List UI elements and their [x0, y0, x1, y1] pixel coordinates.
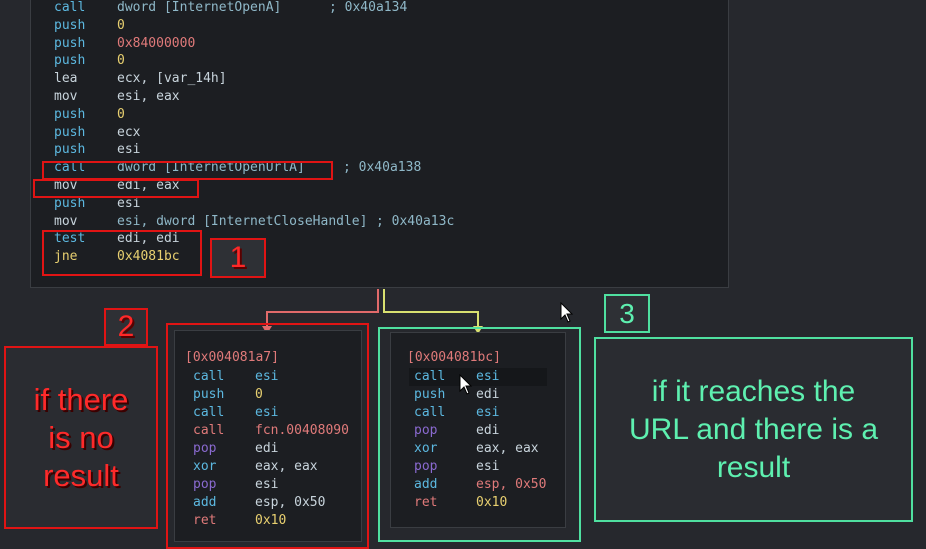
instruction-operand: 0: [117, 17, 125, 33]
instruction-mnemonic: push: [54, 53, 86, 69]
instruction-comment: ; 0x40a134: [329, 0, 408, 15]
note-no-result-line-2: is no: [48, 419, 114, 455]
note-result: if it reaches the URL and there is a res…: [594, 337, 913, 522]
annotation-badge-3: 3: [604, 294, 650, 333]
note-no-result: if there is no result: [4, 346, 158, 529]
annotation-badge-3-label: 3: [619, 298, 635, 329]
instruction-operand: ecx: [117, 124, 141, 140]
instruction-operand: 0: [117, 106, 125, 122]
instruction-mnemonic: push: [54, 35, 86, 51]
highlight-mov-edi-eax: [33, 179, 199, 198]
instruction-mnemonic: push: [54, 124, 86, 140]
instruction-mnemonic: lea: [54, 71, 78, 87]
note-result-line-3: result: [716, 450, 791, 484]
instruction-operand: esi: [117, 142, 141, 158]
mouse-cursor-icon: [459, 374, 473, 395]
mouse-cursor-icon: [560, 302, 574, 323]
highlight-failure-block: [166, 323, 369, 549]
instruction-operand: esi, dword [InternetCloseHandle]: [117, 213, 368, 229]
instruction-comment: ; 0x40a138: [343, 160, 422, 176]
instruction-mnemonic: push: [54, 17, 86, 33]
instruction-operand: dword [InternetOpenA]: [117, 0, 282, 15]
highlight-success-block: [378, 327, 581, 542]
highlight-call-internetopenurla: [42, 161, 333, 180]
instruction-operand: esi, eax: [117, 89, 180, 104]
highlight-test-jne: [42, 230, 202, 276]
instruction-mnemonic: mov: [54, 89, 78, 104]
note-result-line-2: URL and there is a: [628, 412, 879, 446]
instruction-mnemonic: push: [54, 106, 86, 122]
instruction-mnemonic: push: [54, 142, 86, 158]
instruction-mnemonic: call: [54, 0, 86, 15]
note-no-result-line-1: if there: [33, 381, 129, 417]
annotation-badge-1: 1: [210, 238, 266, 278]
true-branch-edge: [383, 289, 479, 328]
instruction-operand: ecx, [var_14h]: [117, 71, 227, 87]
instruction-operand: 0: [117, 53, 125, 69]
annotation-badge-2: 2: [104, 308, 148, 346]
annotation-badge-2-label: 2: [117, 310, 135, 343]
note-result-line-1: if it reaches the: [651, 374, 856, 408]
instruction-comment: ; 0x40a13c: [376, 213, 455, 229]
instruction-operand: 0x84000000: [117, 35, 196, 51]
annotation-badge-1-label: 1: [229, 241, 247, 274]
instruction-mnemonic: mov: [54, 213, 78, 229]
note-no-result-line-3: result: [43, 457, 119, 493]
